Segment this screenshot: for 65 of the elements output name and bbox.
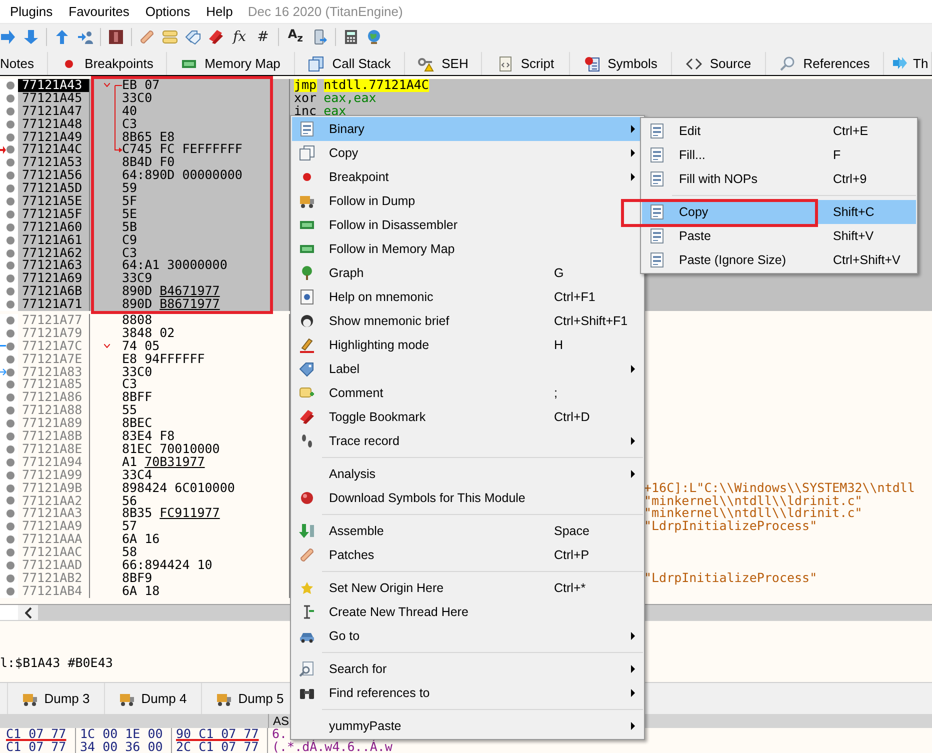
info-text: l:$B1A43 #B0E43 <box>0 655 113 670</box>
byte-text: 890D <box>122 298 152 312</box>
byte-text: 890D <box>122 285 152 298</box>
byte-text: 5E <box>122 208 138 221</box>
mnemonic-text: inc <box>294 104 317 118</box>
hex-bytes: C1 07 77 <box>0 728 76 740</box>
hex-bytes: 34 00 36 00 <box>76 740 172 753</box>
byte-text: 6A 16 <box>122 533 160 546</box>
byte-text: 57 <box>122 520 138 534</box>
byte-text: 6A 18 <box>122 584 160 598</box>
byte-text: EB 07 <box>122 79 160 92</box>
column-header: AS <box>272 714 290 728</box>
address-text: 77121A43 <box>18 79 90 92</box>
byte-text: 33C0 <box>122 92 152 105</box>
byte-text: 81EC 70010000 <box>122 442 220 456</box>
operand-text: eax,eax <box>324 92 376 105</box>
operand-text: ntdll.77121A4C <box>324 79 429 92</box>
ascii-text: 6. <box>271 728 288 740</box>
mnemonic-text: jmp <box>294 79 317 92</box>
byte-text: 5F <box>122 195 138 208</box>
byte-text: 8BF9 <box>122 572 152 585</box>
ascii-text: (.*.dÁ.w4.6..Á.w <box>271 740 392 753</box>
byte-text: C3 <box>122 246 138 260</box>
byte-text: 64:890D 00000000 <box>122 169 242 182</box>
comment-text: "minkernel\\ntdll\\ldrinit.c" <box>644 507 862 520</box>
byte-text: E8 94FFFFFF <box>122 352 205 366</box>
byte-text: 66:894424 10 <box>122 558 212 572</box>
comment-text: "LdrpInitializeProcess" <box>644 572 818 585</box>
comment-text: +16C]:L"C:\\Windows\\SYSTEM32\\ntdll <box>644 482 915 494</box>
byte-text: 3848 02 <box>122 326 175 340</box>
hex-bytes: C1 07 77 <box>0 740 76 753</box>
byte-text: 83E4 F8 <box>122 430 175 443</box>
hex-bytes: 1C 00 1E 00 <box>76 728 172 740</box>
byte-text: 8B65 E8 <box>122 130 175 144</box>
byte-text: 8BFF <box>122 391 152 404</box>
byte-text: 8BEC <box>122 417 152 430</box>
address-text: 77121A71 <box>18 298 90 312</box>
byte-text: 58 <box>122 546 138 559</box>
byte-text: 898424 6C010000 <box>122 482 235 495</box>
byte-text: A1 <box>122 456 138 469</box>
byte-text: 8B35 <box>122 507 152 520</box>
byte-text: 5B <box>122 220 138 234</box>
byte-text: C3 <box>122 378 138 392</box>
byte-text: 33C0 <box>122 366 152 378</box>
hex-bytes: 2C C1 07 77 <box>172 740 268 753</box>
address-text: 77121AB4 <box>18 584 90 598</box>
build-label: Dec 16 2020 (TitanEngine) <box>246 4 403 19</box>
operand-text: eax <box>324 104 346 118</box>
byte-text: C9 <box>122 234 138 247</box>
byte-text: 74 05 <box>122 340 160 353</box>
byte-text: 64:A1 30000000 <box>122 259 228 272</box>
comment-text: "minkernel\\ntdll\\ldrinit.c" <box>644 494 862 508</box>
byte-text: C3 <box>122 118 138 131</box>
byte-text: 55 <box>122 404 138 418</box>
byte-text: 8B4D F0 <box>122 156 175 170</box>
hex-bytes: 90 C1 07 77 <box>172 728 268 740</box>
byte-text: 59 <box>122 182 138 196</box>
byte-text: 56 <box>122 494 138 508</box>
byte-text: 33C4 <box>122 468 152 482</box>
byte-text: C745 FC FEFFFFFF <box>122 143 242 156</box>
byte-text: 8808 <box>122 314 152 327</box>
comment-text: "LdrpInitializeProcess" <box>644 520 818 534</box>
mnemonic-text: xor <box>294 92 317 105</box>
byte-text: 33C9 <box>122 272 152 286</box>
byte-text: 40 <box>122 104 138 118</box>
